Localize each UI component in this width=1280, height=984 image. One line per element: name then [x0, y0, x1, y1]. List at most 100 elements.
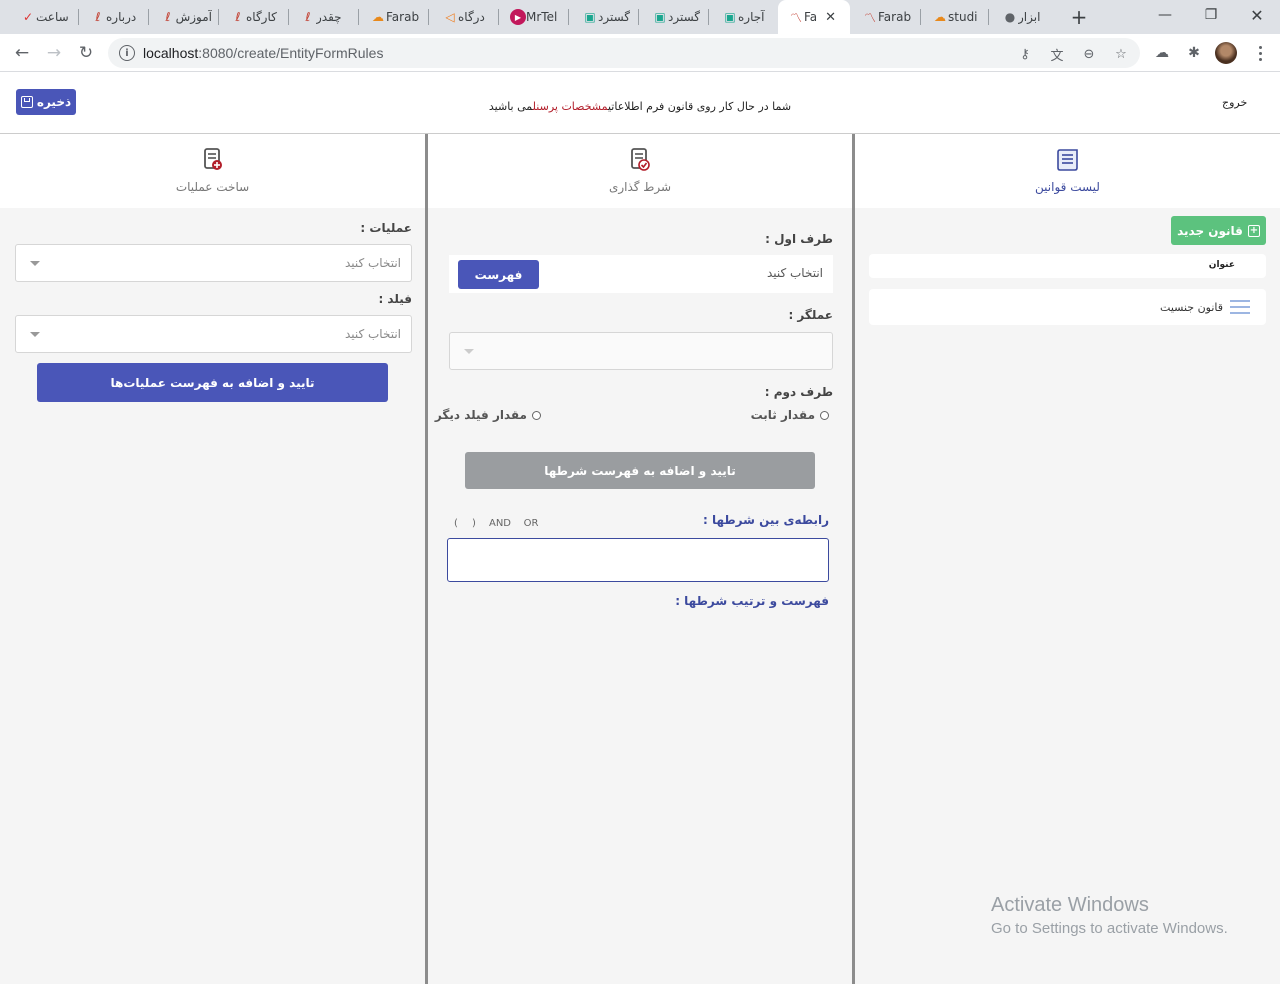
reload-icon[interactable]: ↻	[75, 42, 97, 64]
browser-tab-strip: ✓ ساعت ℓ درباره ℓ آموزش ℓ کارگاه ℓ چقدر …	[0, 0, 1280, 34]
info-icon[interactable]: i	[119, 45, 135, 61]
rule-list-item[interactable]: قانون جنسیت	[869, 289, 1266, 325]
browser-tab-active[interactable]: 〽 Fa ✕	[778, 0, 850, 34]
rule-title: قانون جنسیت	[1160, 301, 1223, 314]
tab-separator	[358, 9, 359, 25]
extension-cloud-icon[interactable]: ☁	[1151, 42, 1173, 64]
browser-tab[interactable]: ◁ درگاه	[432, 0, 498, 34]
header-message: شما در حال کار روی قانون فرم اطلاعاتیمشخ…	[488, 100, 792, 113]
title-column-header: عنوان	[1208, 260, 1235, 270]
browser-tab[interactable]: ℓ کارگاه	[220, 0, 288, 34]
zoom-icon[interactable]: ⊖	[1080, 45, 1098, 63]
back-icon[interactable]: ←	[11, 42, 33, 64]
browser-tab[interactable]: ▣ آجاره	[712, 0, 778, 34]
first-side-field[interactable]: انتخاب کنید فهرست	[449, 255, 833, 293]
cloud-icon: ☁	[934, 10, 946, 24]
browser-toolbar: ← → ↻ i localhost:8080/create/EntityForm…	[0, 34, 1280, 72]
star-icon[interactable]: ☆	[1112, 45, 1130, 63]
first-side-label: طرف اول :	[765, 232, 833, 246]
or-button[interactable]: OR	[517, 518, 545, 529]
operation-select[interactable]: انتخاب کنید	[15, 244, 412, 282]
scribble-icon: ℓ	[235, 10, 241, 24]
browser-tab[interactable]: ☁ studi	[922, 0, 988, 34]
browser-tab[interactable]: ● ابزار	[992, 0, 1056, 34]
relation-input[interactable]	[447, 538, 829, 582]
drag-handle-icon[interactable]	[1230, 300, 1250, 314]
key-icon[interactable]: ⚷	[1016, 45, 1034, 63]
chevron-down-icon	[30, 332, 40, 337]
close-icon[interactable]: ✕	[825, 10, 836, 25]
browser-tab[interactable]: ✓ ساعت	[10, 0, 78, 34]
scroll-list-icon	[1056, 149, 1078, 171]
browser-tab[interactable]: ▶ MrTel	[500, 0, 568, 34]
scribble-icon: ℓ	[165, 10, 171, 24]
tab-separator	[638, 9, 639, 25]
globe-icon: ●	[1004, 10, 1016, 24]
list-button[interactable]: فهرست	[458, 260, 539, 289]
restore-icon[interactable]: ❐	[1188, 0, 1234, 30]
new-tab-button[interactable]: +	[1068, 5, 1090, 29]
scribble-icon: ℓ	[95, 10, 101, 24]
new-rule-button[interactable]: + قانون جدید	[1171, 216, 1266, 245]
puzzle-icon[interactable]: ✱	[1183, 42, 1205, 64]
tab-separator	[568, 9, 569, 25]
radio-circle	[532, 410, 541, 420]
chart-icon: 〽	[863, 10, 876, 25]
browser-tab[interactable]: ☁ Farab	[360, 0, 428, 34]
confirm-add-condition-button[interactable]: تایید و اضافه به فهرست شرطها	[465, 452, 815, 489]
browser-tab[interactable]: ℓ درباره	[80, 0, 148, 34]
logout-link[interactable]: خروج	[1222, 96, 1247, 109]
robot-icon: ▣	[724, 10, 736, 24]
add-box-icon: +	[1247, 224, 1260, 237]
operations-column-title: ساخت عملیات	[175, 180, 250, 194]
window-close-icon[interactable]: ✕	[1234, 0, 1280, 30]
conditions-column-header[interactable]: شرط گذاری	[428, 134, 852, 208]
radio-other-field-value[interactable]: مقدار فیلد دیگر	[435, 408, 541, 422]
confirm-add-operation-button[interactable]: تایید و اضافه به فهرست عملیات‌ها	[37, 363, 388, 402]
operator-label: عملگر :	[788, 308, 833, 322]
radio-constant-value[interactable]: مقدار ثابت	[751, 408, 829, 422]
chevron-down-icon	[464, 349, 474, 354]
operations-column-header[interactable]: ساخت عملیات	[0, 134, 425, 208]
close-paren-button[interactable]: )	[465, 518, 483, 529]
and-button[interactable]: AND	[483, 518, 517, 529]
avatar[interactable]	[1215, 42, 1237, 64]
tab-separator	[920, 9, 921, 25]
field-label: فیلد :	[378, 292, 412, 306]
operator-select[interactable]	[449, 332, 833, 370]
tab-separator	[428, 9, 429, 25]
operation-label: عملیات :	[360, 221, 412, 235]
browser-tab[interactable]: ℓ چقدر	[290, 0, 358, 34]
browser-tab[interactable]: ℓ آموزش	[150, 0, 218, 34]
chevron-down-icon	[30, 261, 40, 266]
conditions-panel: طرف اول : انتخاب کنید فهرست عملگر : طرف …	[428, 208, 852, 984]
browser-tab[interactable]: ▣ گسترد	[642, 0, 708, 34]
play-icon: ◁	[445, 10, 455, 24]
tab-separator	[78, 9, 79, 25]
browser-tab[interactable]: 〽 Farab	[852, 0, 920, 34]
tab-separator	[218, 9, 219, 25]
cloud-icon: ☁	[372, 10, 384, 24]
check-document-icon	[631, 148, 650, 171]
rules-column-title: لیست قوانین	[1035, 180, 1100, 194]
save-button[interactable]: ذخیره	[16, 89, 76, 115]
tab-separator	[988, 9, 989, 25]
check-icon: ✓	[22, 10, 34, 24]
forward-icon[interactable]: →	[43, 42, 65, 64]
tab-separator	[288, 9, 289, 25]
field-select[interactable]: انتخاب کنید	[15, 315, 412, 353]
menu-icon[interactable]	[1254, 42, 1266, 64]
rules-column-header[interactable]: لیست قوانین	[855, 134, 1280, 208]
radio-circle	[820, 410, 829, 420]
scribble-icon: ℓ	[305, 10, 311, 24]
translate-icon[interactable]: 文	[1048, 45, 1066, 64]
address-bar[interactable]: i localhost:8080/create/EntityFormRules …	[108, 38, 1140, 68]
url-host: localhost	[143, 45, 199, 61]
conditions-column-title: شرط گذاری	[608, 180, 672, 194]
app-header: ذخیره شما در حال کار روی قانون فرم اطلاع…	[0, 72, 1280, 134]
browser-tab[interactable]: ▣ گسترد	[572, 0, 638, 34]
minimize-icon[interactable]: —	[1142, 0, 1188, 30]
robot-icon: ▣	[584, 10, 596, 24]
open-paren-button[interactable]: (	[447, 518, 465, 529]
mrtel-icon: ▶	[510, 9, 526, 25]
